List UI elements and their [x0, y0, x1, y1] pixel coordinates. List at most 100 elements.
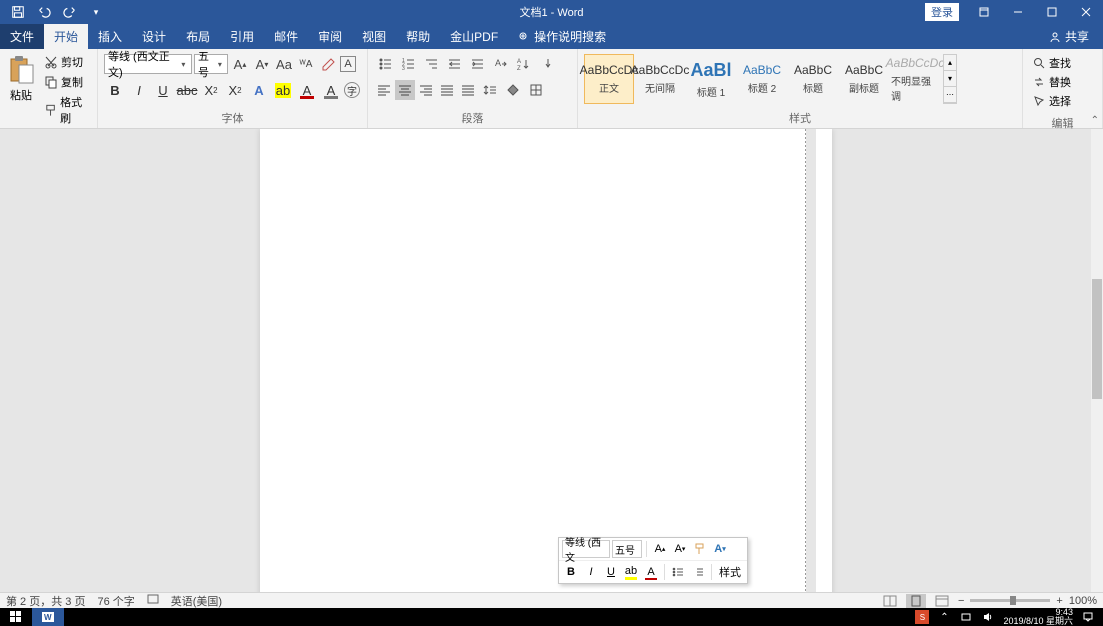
align-left-button[interactable] [374, 80, 394, 100]
tab-layout[interactable]: 布局 [176, 24, 220, 49]
style-heading2[interactable]: AaBbC标题 2 [737, 54, 787, 104]
tray-chevron-icon[interactable]: ⌃ [937, 610, 951, 624]
font-color-button[interactable]: A [296, 79, 318, 101]
italic-button[interactable]: I [128, 79, 150, 101]
mini-bullets[interactable] [669, 563, 687, 581]
tab-references[interactable]: 引用 [220, 24, 264, 49]
tab-home[interactable]: 开始 [44, 24, 88, 49]
mini-italic[interactable]: I [582, 563, 600, 581]
zoom-level[interactable]: 100% [1069, 595, 1097, 607]
show-marks-button[interactable] [535, 54, 557, 74]
align-right-button[interactable] [416, 80, 436, 100]
char-border-button[interactable]: A [340, 56, 356, 72]
zoom-in-button[interactable]: + [1056, 595, 1062, 607]
share-button[interactable]: 共享 [1035, 24, 1103, 49]
ime-icon[interactable]: S [915, 610, 929, 624]
char-shading-button[interactable]: A [320, 79, 342, 101]
clear-format-button[interactable] [318, 54, 338, 74]
notifications-icon[interactable] [1081, 610, 1095, 624]
ribbon-options-button[interactable] [967, 0, 1001, 24]
sort-button[interactable]: AZ [512, 54, 534, 74]
language-status[interactable]: 英语(美国) [171, 593, 222, 609]
replace-button[interactable]: 替换 [1031, 73, 1073, 91]
tell-me-search[interactable]: 操作说明搜索 [508, 24, 616, 49]
copy-button[interactable]: 复制 [42, 73, 93, 91]
minimize-button[interactable] [1001, 0, 1035, 24]
vertical-scrollbar[interactable] [1091, 129, 1103, 592]
subscript-button[interactable]: X2 [200, 79, 222, 101]
borders-button[interactable] [525, 80, 547, 100]
document-page-1[interactable] [260, 129, 832, 592]
undo-button[interactable] [32, 2, 56, 22]
increase-indent-button[interactable] [466, 54, 488, 74]
style-nospacing[interactable]: AaBbCcDc无间隔 [635, 54, 685, 104]
mini-font-color[interactable]: A [642, 563, 660, 581]
mini-size-combo[interactable]: 五号 [612, 540, 642, 558]
bullets-button[interactable] [374, 54, 396, 74]
align-justify-button[interactable] [437, 80, 457, 100]
tab-pdf[interactable]: 金山PDF [440, 24, 508, 49]
underline-button[interactable]: U [152, 79, 174, 101]
tab-help[interactable]: 帮助 [396, 24, 440, 49]
document-area[interactable]: ⌖ 等线 (西文 五号 A▴ A▾ A▾ B I U ab A 样式 [0, 129, 1091, 592]
maximize-button[interactable] [1035, 0, 1069, 24]
mini-font-combo[interactable]: 等线 (西文 [562, 540, 610, 558]
redo-button[interactable] [58, 2, 82, 22]
mini-bold[interactable]: B [562, 563, 580, 581]
paste-button[interactable]: 粘贴 [4, 51, 38, 103]
style-normal[interactable]: AaBbCcDc正文 [584, 54, 634, 104]
multilevel-button[interactable] [420, 54, 442, 74]
collapse-ribbon-button[interactable]: ⌃ [1091, 115, 1099, 126]
style-title[interactable]: AaBbC标题 [788, 54, 838, 104]
decrease-indent-button[interactable] [443, 54, 465, 74]
tab-review[interactable]: 审阅 [308, 24, 352, 49]
mini-format-painter[interactable] [691, 540, 709, 558]
tab-mailings[interactable]: 邮件 [264, 24, 308, 49]
style-subtitle[interactable]: AaBbC副标题 [839, 54, 889, 104]
superscript-button[interactable]: X2 [224, 79, 246, 101]
mini-grow-font[interactable]: A▴ [651, 540, 669, 558]
mini-shrink-font[interactable]: A▾ [671, 540, 689, 558]
phonetic-button[interactable]: ᵂA [296, 54, 316, 74]
font-name-combo[interactable]: 等线 (西文正文)▾ [104, 54, 192, 74]
save-button[interactable] [6, 2, 30, 22]
grow-font-button[interactable]: A▴ [230, 54, 250, 74]
shading-button[interactable] [502, 80, 524, 100]
cut-button[interactable]: 剪切 [42, 53, 93, 71]
close-button[interactable] [1069, 0, 1103, 24]
ltr-button[interactable]: A [489, 54, 511, 74]
zoom-slider[interactable] [970, 599, 1050, 602]
numbering-button[interactable]: 123 [397, 54, 419, 74]
qat-more-button[interactable]: ▾ [84, 2, 108, 22]
select-button[interactable]: 选择 [1031, 92, 1073, 110]
mini-styles-button[interactable]: A▾ [711, 540, 729, 558]
mini-underline[interactable]: U [602, 563, 620, 581]
align-center-button[interactable] [395, 80, 415, 100]
spell-check-icon[interactable] [147, 593, 159, 608]
distributed-button[interactable] [458, 80, 478, 100]
mini-styles-dropdown[interactable]: 样式 [716, 563, 744, 581]
mini-highlight[interactable]: ab [622, 563, 640, 581]
font-size-combo[interactable]: 五号▾ [194, 54, 228, 74]
text-effects-button[interactable]: A [248, 79, 270, 101]
tab-view[interactable]: 视图 [352, 24, 396, 49]
strikethrough-button[interactable]: abc [176, 79, 198, 101]
volume-icon[interactable] [981, 610, 995, 624]
style-emphasis[interactable]: AaBbCcDc不明显强调 [890, 54, 940, 104]
web-layout-button[interactable] [932, 594, 952, 608]
format-painter-button[interactable]: 格式刷 [42, 93, 93, 127]
scrollbar-thumb[interactable] [1092, 279, 1102, 399]
start-button[interactable] [0, 608, 32, 626]
find-button[interactable]: 查找 [1031, 54, 1073, 72]
line-spacing-button[interactable] [479, 80, 501, 100]
change-case-button[interactable]: Aa [274, 54, 294, 74]
bold-button[interactable]: B [104, 79, 126, 101]
shrink-font-button[interactable]: A▾ [252, 54, 272, 74]
tab-design[interactable]: 设计 [132, 24, 176, 49]
zoom-out-button[interactable]: − [958, 595, 964, 607]
network-icon[interactable] [959, 610, 973, 624]
print-layout-button[interactable] [906, 594, 926, 608]
highlight-button[interactable]: ab [272, 79, 294, 101]
tab-file[interactable]: 文件 [0, 24, 44, 49]
taskbar-clock[interactable]: 9:43 2019/8/10 星期六 [1003, 608, 1073, 626]
